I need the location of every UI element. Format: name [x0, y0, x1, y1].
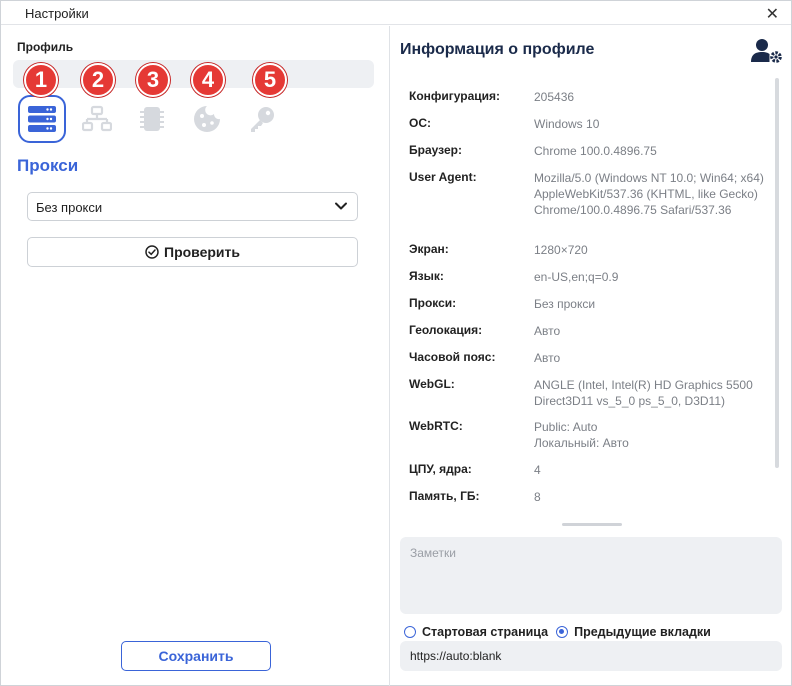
step-badge-2: 2	[81, 63, 115, 97]
info-value: Chrome 100.0.4896.75	[534, 144, 657, 158]
check-proxy-label: Проверить	[164, 244, 240, 260]
chevron-down-icon	[335, 202, 347, 210]
info-key: Прокси:	[409, 296, 457, 310]
info-value: 8	[534, 490, 541, 504]
info-value: ANGLE (Intel, Intel(R) HD Graphics 5500 …	[534, 378, 753, 408]
server-icon	[28, 106, 56, 132]
start-page-options: Стартовая страница Предыдущие вкладки	[404, 624, 719, 640]
check-proxy-button[interactable]: Проверить	[27, 237, 358, 267]
info-key: Часовой пояс:	[409, 350, 496, 364]
info-value: Авто	[534, 324, 561, 338]
info-value-group: Public: Auto Локальный: Авто	[534, 419, 764, 451]
proxy-select[interactable]: Без прокси	[27, 192, 358, 221]
profile-label: Профиль	[17, 40, 74, 54]
info-value: en-US,en;q=0.9	[534, 270, 619, 284]
radio-previous-tabs[interactable]: Предыдущие вкладки	[556, 625, 711, 639]
proxy-select-value: Без прокси	[36, 200, 103, 215]
radio-start-page[interactable]: Стартовая страница	[404, 625, 548, 639]
left-panel: Профиль 1 2 3 4 5 Прокси Без прокси Пров…	[1, 26, 389, 686]
info-key: ОС:	[409, 116, 431, 130]
save-button-label: Сохранить	[158, 648, 234, 664]
notes-placeholder: Заметки	[410, 546, 456, 560]
step-badge-3: 3	[136, 63, 170, 97]
step-badge-5: 5	[253, 63, 287, 97]
step-badge-4: 4	[191, 63, 225, 97]
radio-start-page-dot[interactable]	[404, 626, 416, 638]
info-value: Без прокси	[534, 297, 596, 311]
info-key: Язык:	[409, 269, 444, 283]
info-key: Экран:	[409, 242, 449, 256]
info-value: Public: Auto	[534, 420, 598, 434]
info-scrollbar[interactable]	[775, 78, 779, 468]
close-icon[interactable]: ✕	[766, 4, 779, 24]
info-key: Конфигурация:	[409, 89, 501, 103]
info-key: Браузер:	[409, 143, 462, 157]
tab-network[interactable]	[73, 95, 121, 143]
right-panel: Информация о профиле Конфигурация: 20543…	[390, 26, 791, 686]
check-circle-icon	[145, 245, 159, 259]
notes-field[interactable]: Заметки	[400, 537, 782, 614]
info-value-local: Локальный: Авто	[534, 436, 629, 450]
resize-handle[interactable]	[562, 523, 622, 526]
radio-start-page-label: Стартовая страница	[422, 625, 549, 639]
chip-icon	[140, 107, 164, 131]
radio-previous-tabs-dot[interactable]	[556, 626, 569, 638]
window-title: Настройки	[25, 6, 89, 21]
user-settings-icon[interactable]	[751, 38, 783, 64]
info-value: Windows 10	[534, 117, 600, 131]
info-key: Память, ГБ:	[409, 489, 480, 503]
info-key: WebRTC:	[409, 419, 463, 433]
info-value: 205436	[534, 90, 575, 104]
tab-hardware[interactable]	[128, 95, 176, 143]
start-url-input[interactable]	[410, 648, 770, 664]
info-value: Mozilla/5.0 (Windows NT 10.0; Win64; x64…	[534, 171, 764, 217]
info-key: User Agent:	[409, 170, 477, 184]
info-key: WebGL:	[409, 377, 455, 391]
key-icon	[251, 107, 274, 132]
info-key: ЦПУ, ядра:	[409, 462, 472, 476]
tab-cookies[interactable]	[183, 95, 231, 143]
cookie-icon	[194, 106, 220, 132]
radio-previous-tabs-label: Предыдущие вкладки	[574, 625, 711, 639]
title-bar: Настройки ✕	[1, 1, 791, 25]
info-value: 4	[534, 463, 541, 477]
network-icon	[82, 105, 112, 132]
tab-server[interactable]	[18, 95, 66, 143]
tab-passwords[interactable]	[238, 95, 286, 143]
save-button[interactable]: Сохранить	[121, 641, 271, 671]
proxy-heading: Прокси	[17, 156, 79, 175]
start-url-field[interactable]	[400, 641, 782, 671]
profile-info-title: Информация о профиле	[400, 41, 595, 58]
step-badge-1: 1	[24, 63, 58, 97]
info-key: Геолокация:	[409, 323, 483, 337]
settings-window: Настройки ✕ Профиль 1 2 3 4 5 Прокси Без…	[0, 0, 792, 686]
info-value: 1280×720	[534, 243, 588, 257]
info-value: Авто	[534, 351, 561, 365]
